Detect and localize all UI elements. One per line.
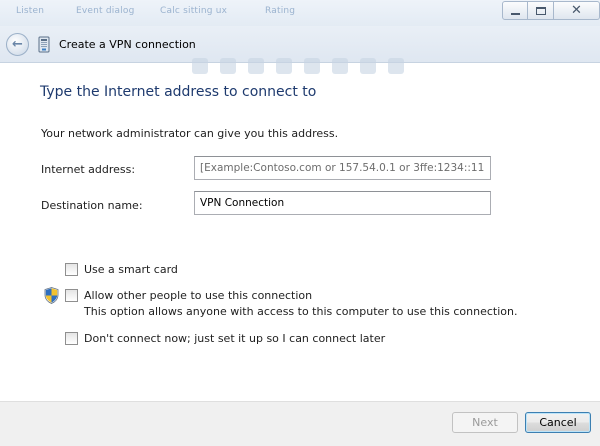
page-heading: Type the Internet address to connect to	[40, 84, 317, 100]
toolbar-ghost-icon	[276, 58, 292, 74]
toolbar-ghost-icon	[304, 58, 320, 74]
vpn-connection-icon	[38, 36, 50, 53]
destination-name-field[interactable]	[194, 191, 491, 215]
cancel-button[interactable]: Cancel	[525, 412, 591, 433]
allow-others-checkbox[interactable]	[65, 289, 78, 302]
dont-connect-now-option[interactable]: Don't connect now; just set it up so I c…	[65, 331, 385, 346]
minimize-button[interactable]	[502, 1, 528, 20]
close-button[interactable]: ✕	[554, 1, 600, 20]
minimize-icon	[510, 13, 520, 15]
toolbar-ghost-icon	[332, 58, 348, 74]
intro-text: Your network administrator can give you …	[41, 127, 339, 140]
destination-name-label: Destination name:	[41, 199, 143, 212]
smart-card-label: Use a smart card	[84, 263, 178, 276]
uac-shield-icon	[44, 287, 59, 304]
back-arrow-icon: ←	[12, 37, 23, 52]
dont-connect-now-checkbox[interactable]	[65, 332, 78, 345]
dont-connect-now-label: Don't connect now; just set it up so I c…	[84, 332, 386, 345]
allow-others-description: This option allows anyone with access to…	[84, 305, 518, 318]
toolbar-ghost-icon	[220, 58, 236, 74]
maximize-button[interactable]	[528, 1, 554, 20]
window-title: Create a VPN connection	[59, 38, 196, 51]
smart-card-checkbox[interactable]	[65, 263, 78, 276]
toolbar-ghost-icon	[248, 58, 264, 74]
internet-address-label: Internet address:	[41, 163, 136, 176]
close-icon: ✕	[571, 3, 582, 18]
dialog-footer: Next Cancel	[0, 401, 600, 446]
background-toolbar	[192, 58, 404, 74]
allow-others-label: Allow other people to use this connectio…	[84, 289, 313, 302]
toolbar-ghost-icon	[192, 58, 208, 74]
background-menu-item: Rating	[265, 6, 296, 16]
dialog-header: ← Create a VPN connection	[0, 26, 600, 74]
maximize-icon	[535, 6, 546, 15]
toolbar-ghost-icon	[388, 58, 404, 74]
toolbar-ghost-icon	[360, 58, 376, 74]
internet-address-field[interactable]	[194, 156, 491, 180]
back-button[interactable]: ←	[6, 33, 29, 56]
background-menu-item: Event dialog	[76, 6, 135, 16]
allow-others-option[interactable]: Allow other people to use this connectio…	[65, 288, 312, 303]
next-button[interactable]: Next	[452, 412, 518, 433]
background-menu-item: Listen	[16, 6, 45, 16]
background-menu-item: Calc sitting ux	[160, 6, 228, 16]
smart-card-option[interactable]: Use a smart card	[65, 262, 178, 277]
